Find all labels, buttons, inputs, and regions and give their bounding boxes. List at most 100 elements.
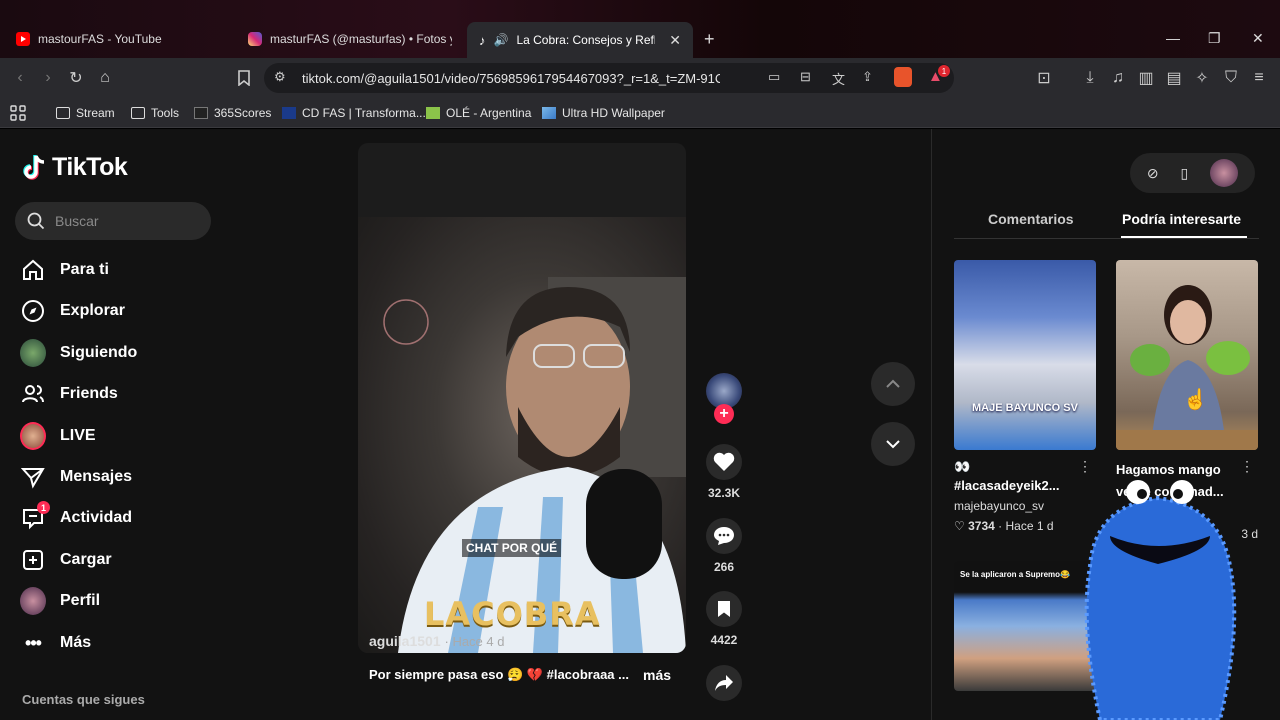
nav-mas[interactable]: ••• Más [20,628,91,658]
bookmark-ole[interactable]: OLÉ - Argentina [426,103,531,123]
tab-instagram[interactable]: masturFAS (@masturfas) • Fotos y vid [236,23,464,55]
thumb-caption: Se la aplicaron a Supremo😂 [960,570,1070,579]
url-text[interactable]: tiktok.com/@aguila1501/video/75698596179… [302,71,720,86]
nav-live[interactable]: LIVE [20,421,96,451]
nav-cargar[interactable]: Cargar [20,545,112,575]
browser-toolbar: ‹ › ↻ ⌂ ⚙ tiktok.com/@aguila1501/video/7… [0,58,1280,98]
tab-comments[interactable]: Comentarios [988,211,1074,227]
card-thumbnail[interactable] [1116,260,1258,450]
tiktok-note-icon [23,154,45,180]
minimize-icon[interactable]: — [1166,30,1180,46]
nav-actividad[interactable]: 1 Actividad [20,501,133,533]
vpn-icon[interactable]: ⛉ [1221,68,1241,88]
live-avatar [20,422,46,450]
bookmark-cdfas[interactable]: CD FAS | Transforma... [282,103,426,123]
bookmark-icon [706,591,742,627]
back-icon[interactable]: ‹ [10,68,30,88]
new-tab-button[interactable]: + [704,29,715,50]
tab-youtube[interactable]: mastourFAS - YouTube [4,23,232,55]
compass-icon [20,298,46,324]
home-icon [20,257,46,283]
bookmark-tools[interactable]: Tools [131,103,179,123]
wallet-icon[interactable]: ▤ [1164,68,1184,88]
nav-label: Explorar [60,302,125,319]
nav-mensajes[interactable]: Mensajes [20,462,132,492]
bookmarks-bar: Stream Tools 365Scores CD FAS | Transfor… [0,98,1280,128]
folder-icon [56,107,70,119]
next-video-button[interactable] [871,422,915,466]
reload-icon[interactable]: ↻ [66,68,86,88]
brave-shields-icon[interactable] [894,67,912,87]
nav-label: LIVE [60,427,96,444]
bookmark-365scores[interactable]: 365Scores [194,103,271,123]
nav-perfil[interactable]: Perfil [20,586,100,616]
tab-search-icon[interactable]: ⊡ [1034,68,1054,88]
nav-siguiendo[interactable]: Siguiendo [20,338,137,368]
video-player[interactable]: CHAT POR QUÉ LACOBRA aguila1501 · Hace 4… [358,143,686,653]
save-button[interactable]: 4422 [706,591,742,647]
video-author[interactable]: aguila1501 · Hace 4 d [369,633,504,649]
media-icon[interactable]: ♫ [1108,68,1128,88]
home-browser-icon[interactable]: ⌂ [95,68,115,88]
share-arrow-icon [706,665,742,701]
card-options-icon[interactable]: ⋮ [1240,458,1254,475]
search-input[interactable] [55,213,195,229]
tab-recommended[interactable]: Podría interesarte [1122,211,1241,227]
bookmark-page-icon[interactable] [234,68,254,88]
tiktok-logo[interactable]: TikTok [22,153,128,182]
nav-para-ti[interactable]: Para ti [20,255,109,285]
share-icon[interactable]: ⇪ [862,69,873,85]
user-avatar[interactable] [1210,159,1239,187]
video-frame[interactable]: CHAT POR QUÉ LACOBRA [358,217,686,653]
previous-video-button[interactable] [871,362,915,406]
nav-label: Mensajes [60,468,133,485]
cast-icon[interactable]: ▭ [768,69,780,85]
close-window-icon[interactable]: ✕ [1252,30,1264,47]
ole-icon [426,107,440,119]
close-tab-icon[interactable]: ✕ [669,32,681,49]
video-time: · Hace 4 d [444,634,505,649]
card-time: · Hace 1 d [998,519,1054,533]
speaker-icon[interactable]: 🔊 [494,33,509,47]
leo-ai-icon[interactable]: ✧ [1192,68,1212,88]
tab-tiktok-active[interactable]: ♪ 🔊 La Cobra: Consejos y Reflexio ✕ [467,22,693,58]
save-count: 4422 [710,633,738,647]
panel-controls: ⊘ ▯ [1130,153,1255,193]
forward-icon[interactable]: › [38,68,58,88]
site-settings-icon[interactable]: ⚙ [274,69,286,85]
nav-explorar[interactable]: Explorar [20,296,125,326]
author-handle[interactable]: aguila1501 [369,633,441,649]
comment-button[interactable]: 266 [706,518,742,574]
follow-plus-icon[interactable]: + [714,404,734,424]
install-icon[interactable]: ⊟ [800,69,811,85]
video-overlay-caption: CHAT POR QUÉ [462,539,562,557]
description-more-button[interactable]: más [643,667,671,683]
tiktok-icon: ♪ [479,32,486,48]
device-icon[interactable]: ▯ [1181,165,1189,182]
character-overlay-image [1070,476,1246,720]
translate-icon[interactable]: 文 [832,69,845,88]
restore-icon[interactable]: ❐ [1208,30,1221,47]
menu-icon[interactable]: ≡ [1249,68,1269,88]
search-box[interactable] [15,202,211,240]
apps-grid-icon[interactable] [10,103,26,123]
bookmark-stream[interactable]: Stream [56,103,115,123]
share-button[interactable] [706,665,742,701]
like-button[interactable]: 32.3K [706,444,742,500]
bookmark-wallpaper[interactable]: Ultra HD Wallpaper [542,103,665,123]
card-options-icon[interactable]: ⋮ [1078,458,1092,475]
nav-friends[interactable]: Friends [20,379,118,409]
nav-label: Actividad [60,509,133,526]
address-bar[interactable]: ⚙ tiktok.com/@aguila1501/video/756985961… [264,63,954,93]
compass-small-icon[interactable]: ⊘ [1147,165,1159,182]
nav-label: Cargar [60,551,112,568]
sidebar-toggle-icon[interactable]: ▥ [1136,68,1156,88]
download-icon[interactable]: ⤓ [1080,68,1100,88]
card-likes: 3734 [968,519,995,533]
like-count: 32.3K [707,486,741,500]
card-thumbnail[interactable]: MAJE BAYUNCO SV [954,260,1096,450]
heart-outline-icon: ♡ [954,519,965,533]
profile-avatar [20,587,46,615]
notification-badge: 1 [938,65,950,77]
activity-badge: 1 [37,501,50,514]
